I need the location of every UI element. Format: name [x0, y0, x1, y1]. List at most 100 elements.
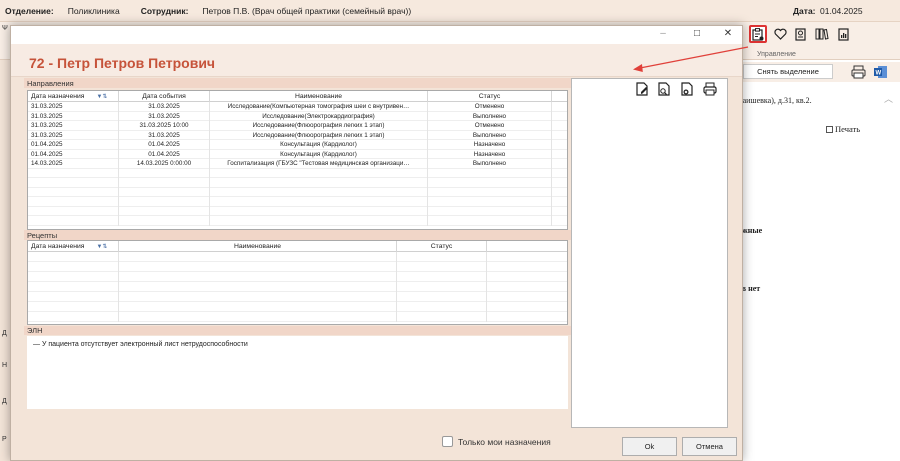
table-cell: Консультация (Кардиолог) — [210, 149, 428, 159]
only-mine-checkbox[interactable]: Только мои назначения — [442, 436, 551, 447]
directions-table[interactable]: Дата назначения ▼⇅ Дата события Наименова… — [27, 90, 568, 230]
minimize-icon[interactable]: – — [656, 28, 670, 39]
close-icon[interactable]: ✕ — [721, 28, 735, 39]
maximize-icon[interactable]: □ — [690, 28, 704, 39]
table-cell — [210, 206, 428, 216]
table-cell — [428, 206, 552, 216]
directions-label: Направления — [27, 79, 74, 88]
table-row[interactable] — [28, 282, 567, 292]
table-cell: Консультация (Кардиолог) — [210, 140, 428, 150]
table-cell — [28, 292, 119, 302]
ok-button[interactable]: Ok — [622, 437, 677, 456]
eln-tree-item[interactable]: — У пациента отсутствует электронный лис… — [33, 341, 248, 348]
table-cell: Госпитализация (ГБУЗС "Тестовая медицинс… — [210, 159, 428, 169]
table-cell — [397, 262, 487, 272]
table-row[interactable]: 31.03.2025 31.03.2025 Исследование(Электро… — [28, 111, 567, 121]
date-value: 01.04.2025 — [820, 5, 863, 16]
print-checkbox-box[interactable] — [826, 125, 833, 133]
table-row[interactable] — [28, 216, 567, 226]
library-button[interactable] — [813, 25, 831, 43]
dialog-header: 72 - Петр Петров Петрович — [11, 44, 742, 77]
table-cell — [119, 292, 397, 302]
certificate-button[interactable] — [792, 25, 810, 43]
edit-document-icon[interactable] — [634, 81, 650, 97]
doc-address-line: Баишевка), д.31, кв.2. — [738, 96, 812, 105]
word-icon[interactable]: W — [873, 65, 888, 79]
table-cell — [428, 187, 552, 197]
recipes-table[interactable]: Дата назначения ▼⇅ Наименование Статус — [27, 240, 568, 325]
table-cell — [28, 272, 119, 282]
table-cell — [119, 252, 397, 262]
col-status[interactable]: Статус — [428, 91, 552, 102]
table-row[interactable] — [28, 187, 567, 197]
col-recipe-status[interactable]: Статус — [397, 241, 487, 252]
table-cell — [28, 262, 119, 272]
table-row[interactable]: 31.03.2025 31.03.2025 Исследование(Компьют… — [28, 102, 567, 112]
patient-card-button[interactable] — [749, 25, 767, 43]
table-row[interactable]: 01.04.2025 01.04.2025 Консультация (Кардио… — [28, 140, 567, 150]
sort-icon[interactable]: ▼⇅ — [96, 243, 107, 250]
table-cell — [428, 197, 552, 207]
table-row[interactable] — [28, 312, 567, 322]
cancel-button[interactable]: Отмена — [682, 437, 737, 456]
table-row[interactable]: 14.03.2025 14.03.2025 0:00:00 Госпитализац… — [28, 159, 567, 169]
employee-value: Петров П.В. (Врач общей практики (семейн… — [202, 5, 412, 16]
table-cell: Выполнено — [428, 130, 552, 140]
table-row[interactable] — [28, 292, 567, 302]
col-name[interactable]: Наименование — [210, 91, 428, 102]
scroll-up-arrow[interactable]: ︿ — [884, 92, 893, 105]
table-cell — [28, 197, 119, 207]
table-cell — [119, 197, 210, 207]
table-cell: Выполнено — [428, 111, 552, 121]
table-cell — [28, 252, 119, 262]
table-cell — [119, 302, 397, 312]
table-cell: 31.03.2025 — [28, 111, 119, 121]
table-cell — [28, 168, 119, 178]
directions-header: Дата назначения ▼⇅ Дата события Наименова… — [28, 91, 567, 102]
print-icon[interactable] — [851, 65, 866, 79]
table-cell — [210, 187, 428, 197]
table-row[interactable]: 31.03.2025 31.03.2025 10:00 Исследование(Ф… — [28, 121, 567, 131]
table-cell — [397, 312, 487, 322]
col-recipe-assign-date[interactable]: Дата назначения ▼⇅ — [28, 241, 119, 252]
table-cell — [397, 282, 487, 292]
col-recipe-name[interactable]: Наименование — [119, 241, 397, 252]
table-row[interactable] — [28, 178, 567, 188]
report-button[interactable] — [834, 25, 852, 43]
table-row[interactable] — [28, 252, 567, 262]
table-cell: 14.03.2025 0:00:00 — [119, 159, 210, 169]
table-cell: 01.04.2025 — [119, 149, 210, 159]
col-event-date[interactable]: Дата события — [119, 91, 210, 102]
delete-document-icon[interactable] — [679, 81, 695, 97]
table-row[interactable] — [28, 197, 567, 207]
search-document-icon[interactable] — [656, 81, 672, 97]
table-cell — [397, 302, 487, 312]
health-button[interactable] — [771, 25, 789, 43]
table-cell: Исследование(Флюорография легких 1 этап) — [210, 121, 428, 131]
table-row[interactable] — [28, 168, 567, 178]
print-checkbox-label: Печать — [835, 124, 861, 134]
print-checkbox[interactable]: Печать — [826, 124, 860, 134]
table-row[interactable] — [28, 262, 567, 272]
table-row[interactable] — [28, 206, 567, 216]
only-mine-checkbox-box[interactable] — [442, 436, 453, 447]
only-mine-label: Только мои назначения — [458, 436, 551, 447]
clear-selection-button[interactable]: Снять выделение — [743, 64, 833, 79]
table-row[interactable]: 01.04.2025 01.04.2025 Консультация (Кардио… — [28, 149, 567, 159]
print-icon[interactable] — [702, 81, 718, 97]
table-cell — [119, 178, 210, 188]
top-info-bar: Отделение: Поликлиника Сотрудник: Петров… — [0, 0, 900, 22]
table-row[interactable]: 31.03.2025 31.03.2025 Исследование(Флюорог… — [28, 130, 567, 140]
table-cell — [397, 272, 487, 282]
col-assign-date[interactable]: Дата назначения ▼⇅ — [28, 91, 119, 102]
left-edge-text: Д — [2, 330, 7, 337]
table-cell: 31.03.2025 — [28, 121, 119, 131]
table-cell — [119, 216, 210, 226]
table-row[interactable] — [28, 272, 567, 282]
table-cell — [28, 312, 119, 322]
sort-icon[interactable]: ▼⇅ — [96, 93, 107, 100]
table-row[interactable] — [28, 302, 567, 312]
table-cell — [28, 302, 119, 312]
table-cell — [397, 252, 487, 262]
left-panel: Направления Дата назначения ▼⇅ Дата событ… — [24, 78, 571, 447]
